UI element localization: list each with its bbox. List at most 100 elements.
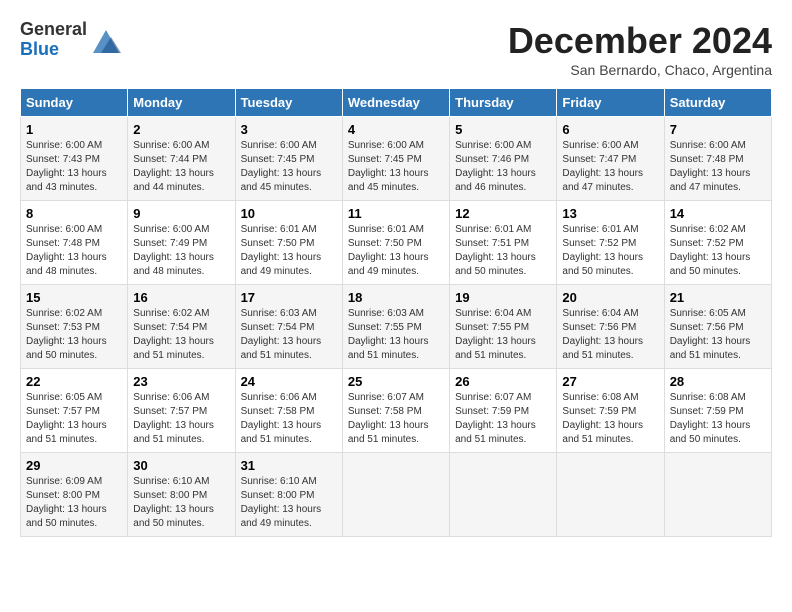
calendar-day: 30 Sunrise: 6:10 AMSunset: 8:00 PMDayligh… — [128, 453, 235, 537]
day-info: Sunrise: 6:01 AMSunset: 7:52 PMDaylight:… — [562, 223, 658, 279]
calendar-day: 20 Sunrise: 6:04 AMSunset: 7:56 PMDayligh… — [557, 285, 664, 369]
calendar-day: 1 Sunrise: 6:00 AMSunset: 7:43 PMDaylight… — [21, 117, 128, 201]
page-header: General Blue December 2024 San Bernardo,… — [20, 20, 772, 78]
weekday-header: Tuesday — [235, 89, 342, 117]
day-number: 9 — [133, 206, 229, 221]
day-number: 6 — [562, 122, 658, 137]
day-info: Sunrise: 6:05 AMSunset: 7:57 PMDaylight:… — [26, 391, 122, 447]
day-number: 3 — [241, 122, 337, 137]
weekday-header: Monday — [128, 89, 235, 117]
day-number: 23 — [133, 374, 229, 389]
calendar-day: 21 Sunrise: 6:05 AMSunset: 7:56 PMDayligh… — [664, 285, 771, 369]
day-number: 24 — [241, 374, 337, 389]
day-info: Sunrise: 6:01 AMSunset: 7:50 PMDaylight:… — [348, 223, 444, 279]
day-info: Sunrise: 6:00 AMSunset: 7:49 PMDaylight:… — [133, 223, 229, 279]
empty-cell — [557, 453, 664, 537]
day-number: 14 — [670, 206, 766, 221]
day-number: 21 — [670, 290, 766, 305]
day-info: Sunrise: 6:10 AMSunset: 8:00 PMDaylight:… — [241, 475, 337, 531]
day-info: Sunrise: 6:02 AMSunset: 7:52 PMDaylight:… — [670, 223, 766, 279]
weekday-header: Friday — [557, 89, 664, 117]
calendar-day: 26 Sunrise: 6:07 AMSunset: 7:59 PMDayligh… — [450, 369, 557, 453]
empty-cell — [342, 453, 449, 537]
day-info: Sunrise: 6:00 AMSunset: 7:46 PMDaylight:… — [455, 139, 551, 195]
empty-cell — [664, 453, 771, 537]
day-number: 18 — [348, 290, 444, 305]
day-number: 10 — [241, 206, 337, 221]
calendar-body: 1 Sunrise: 6:00 AMSunset: 7:43 PMDaylight… — [21, 117, 772, 537]
day-number: 8 — [26, 206, 122, 221]
day-number: 22 — [26, 374, 122, 389]
day-number: 7 — [670, 122, 766, 137]
day-info: Sunrise: 6:04 AMSunset: 7:56 PMDaylight:… — [562, 307, 658, 363]
calendar-day: 22 Sunrise: 6:05 AMSunset: 7:57 PMDayligh… — [21, 369, 128, 453]
calendar-week: 1 Sunrise: 6:00 AMSunset: 7:43 PMDaylight… — [21, 117, 772, 201]
day-info: Sunrise: 6:00 AMSunset: 7:45 PMDaylight:… — [241, 139, 337, 195]
day-info: Sunrise: 6:00 AMSunset: 7:45 PMDaylight:… — [348, 139, 444, 195]
month-title: December 2024 — [508, 20, 772, 62]
calendar-week: 29Sunrise: 6:09 AMSunset: 8:00 PMDayligh… — [21, 453, 772, 537]
calendar-table: SundayMondayTuesdayWednesdayThursdayFrid… — [20, 88, 772, 537]
day-number: 17 — [241, 290, 337, 305]
day-number: 11 — [348, 206, 444, 221]
day-info: Sunrise: 6:00 AMSunset: 7:48 PMDaylight:… — [670, 139, 766, 195]
day-info: Sunrise: 6:08 AMSunset: 7:59 PMDaylight:… — [670, 391, 766, 447]
location: San Bernardo, Chaco, Argentina — [508, 62, 772, 78]
day-info: Sunrise: 6:01 AMSunset: 7:50 PMDaylight:… — [241, 223, 337, 279]
day-info: Sunrise: 6:05 AMSunset: 7:56 PMDaylight:… — [670, 307, 766, 363]
day-info: Sunrise: 6:06 AMSunset: 7:58 PMDaylight:… — [241, 391, 337, 447]
day-number: 13 — [562, 206, 658, 221]
day-number: 20 — [562, 290, 658, 305]
day-info: Sunrise: 6:03 AMSunset: 7:55 PMDaylight:… — [348, 307, 444, 363]
weekday-header: Thursday — [450, 89, 557, 117]
title-area: December 2024 San Bernardo, Chaco, Argen… — [508, 20, 772, 78]
calendar-day: 24 Sunrise: 6:06 AMSunset: 7:58 PMDayligh… — [235, 369, 342, 453]
day-number: 26 — [455, 374, 551, 389]
day-number: 4 — [348, 122, 444, 137]
weekday-row: SundayMondayTuesdayWednesdayThursdayFrid… — [21, 89, 772, 117]
calendar-header: SundayMondayTuesdayWednesdayThursdayFrid… — [21, 89, 772, 117]
calendar-day: 4 Sunrise: 6:00 AMSunset: 7:45 PMDaylight… — [342, 117, 449, 201]
logo-general: General — [20, 19, 87, 39]
calendar-day: 29Sunrise: 6:09 AMSunset: 8:00 PMDayligh… — [21, 453, 128, 537]
calendar-day: 19Sunrise: 6:04 AMSunset: 7:55 PMDayligh… — [450, 285, 557, 369]
day-number: 5 — [455, 122, 551, 137]
day-number: 2 — [133, 122, 229, 137]
day-info: Sunrise: 6:02 AMSunset: 7:53 PMDaylight:… — [26, 307, 122, 363]
calendar-day: 27 Sunrise: 6:08 AMSunset: 7:59 PMDayligh… — [557, 369, 664, 453]
day-number: 30 — [133, 458, 229, 473]
day-number: 12 — [455, 206, 551, 221]
calendar-day: 9 Sunrise: 6:00 AMSunset: 7:49 PMDaylight… — [128, 201, 235, 285]
empty-cell — [450, 453, 557, 537]
calendar-day: 23 Sunrise: 6:06 AMSunset: 7:57 PMDayligh… — [128, 369, 235, 453]
day-number: 27 — [562, 374, 658, 389]
calendar-day: 16 Sunrise: 6:02 AMSunset: 7:54 PMDayligh… — [128, 285, 235, 369]
calendar-day: 31Sunrise: 6:10 AMSunset: 8:00 PMDayligh… — [235, 453, 342, 537]
weekday-header: Saturday — [664, 89, 771, 117]
day-info: Sunrise: 6:00 AMSunset: 7:48 PMDaylight:… — [26, 223, 122, 279]
day-number: 28 — [670, 374, 766, 389]
day-info: Sunrise: 6:10 AMSunset: 8:00 PMDaylight:… — [133, 475, 229, 531]
day-info: Sunrise: 6:07 AMSunset: 7:59 PMDaylight:… — [455, 391, 551, 447]
day-info: Sunrise: 6:07 AMSunset: 7:58 PMDaylight:… — [348, 391, 444, 447]
day-info: Sunrise: 6:08 AMSunset: 7:59 PMDaylight:… — [562, 391, 658, 447]
calendar-day: 13 Sunrise: 6:01 AMSunset: 7:52 PMDayligh… — [557, 201, 664, 285]
day-info: Sunrise: 6:00 AMSunset: 7:43 PMDaylight:… — [26, 139, 122, 195]
day-info: Sunrise: 6:06 AMSunset: 7:57 PMDaylight:… — [133, 391, 229, 447]
calendar-day: 28 Sunrise: 6:08 AMSunset: 7:59 PMDayligh… — [664, 369, 771, 453]
calendar-day: 8 Sunrise: 6:00 AMSunset: 7:48 PMDaylight… — [21, 201, 128, 285]
calendar-week: 15Sunrise: 6:02 AMSunset: 7:53 PMDayligh… — [21, 285, 772, 369]
day-number: 25 — [348, 374, 444, 389]
day-info: Sunrise: 6:00 AMSunset: 7:44 PMDaylight:… — [133, 139, 229, 195]
weekday-header: Sunday — [21, 89, 128, 117]
day-number: 29 — [26, 458, 122, 473]
day-info: Sunrise: 6:03 AMSunset: 7:54 PMDaylight:… — [241, 307, 337, 363]
day-number: 19 — [455, 290, 551, 305]
logo-icon — [91, 25, 121, 55]
day-number: 1 — [26, 122, 122, 137]
calendar-day: 12Sunrise: 6:01 AMSunset: 7:51 PMDayligh… — [450, 201, 557, 285]
day-number: 16 — [133, 290, 229, 305]
calendar-day: 7 Sunrise: 6:00 AMSunset: 7:48 PMDaylight… — [664, 117, 771, 201]
calendar-day: 14 Sunrise: 6:02 AMSunset: 7:52 PMDayligh… — [664, 201, 771, 285]
day-info: Sunrise: 6:02 AMSunset: 7:54 PMDaylight:… — [133, 307, 229, 363]
